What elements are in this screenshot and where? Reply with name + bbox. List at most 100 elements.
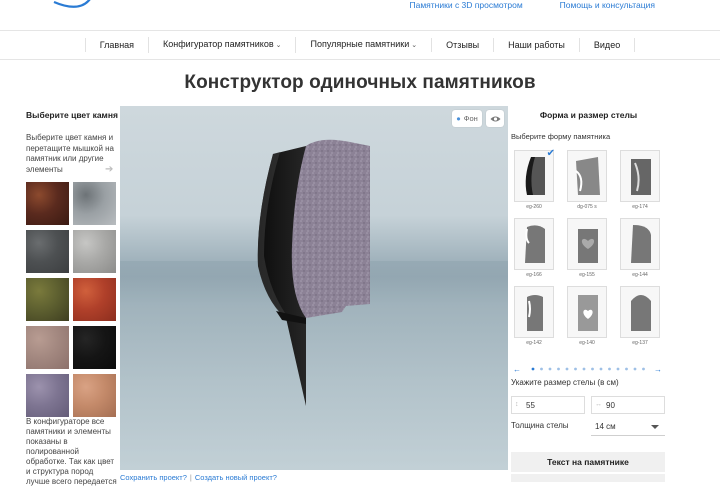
top-bar: Памятники с 3D просмотром Помощь и консу… [0,0,720,30]
nav-item-5[interactable]: Видео [578,38,636,52]
stone-color-title: Выберите цвет камня [26,110,118,120]
shape-thumb-code: eg-140 [579,340,595,346]
background-button-label: Фон [463,114,478,123]
thickness-label: Толщина стелы [511,421,569,430]
stone-swatch-1[interactable] [26,182,69,225]
nav-item-0[interactable]: Главная [84,38,148,52]
shape-thumb-code: eg-142 [526,340,542,346]
page-title: Конструктор одиночных памятников [184,72,536,93]
nav-item-label: Конфигуратор памятников [163,39,274,49]
stone-swatch-6[interactable] [73,278,116,321]
nav-item-label: Популярные памятники [310,39,410,49]
shape-thumb-eg-142[interactable]: eg-142 [511,284,557,346]
shape-thumb-code: eg-174 [632,204,648,210]
pager-dot[interactable] [548,367,552,371]
logo-icon[interactable] [52,0,112,14]
next-section-header[interactable] [511,474,665,482]
nav-item-2[interactable]: Популярные памятники ⌄ [295,37,431,53]
pager-dot[interactable] [574,367,577,371]
thickness-value: 14 см [595,422,616,431]
shape-thumb-eg-155[interactable]: eg-155 [564,216,610,278]
nav-item-3[interactable]: Отзывы [431,38,493,52]
nav-item-label: Отзывы [446,40,480,50]
new-project-link[interactable]: Создать новый проект? [195,473,277,482]
nav-item-label: Наши работы [508,40,565,50]
shape-thumb-eg-260[interactable]: eg-260 ✔ [511,148,557,210]
background-button[interactable]: ● Фон [452,110,482,127]
pager-dot[interactable] [591,367,594,371]
shape-thumb-eg-140[interactable]: eg-140 [564,284,610,346]
height-input[interactable]: ↕ 55 [511,396,585,414]
stone-swatch-10[interactable] [73,374,116,417]
text-section-header[interactable]: Текст на памятнике [511,452,665,472]
pager-dot[interactable] [557,367,560,371]
pager-dot[interactable] [608,367,611,371]
shape-pager: ← → [513,365,662,373]
shape-thumb-image [567,218,607,270]
pager-dot[interactable] [565,367,569,371]
3d-viewer[interactable]: ● Фон [120,106,508,470]
thickness-select[interactable]: 14 см [591,418,665,436]
shape-thumb-image [567,286,607,338]
stone-swatch-8[interactable] [73,326,116,369]
chevron-down-icon [651,425,659,429]
monument-granite-part [291,139,370,318]
shape-thumb-eg-166[interactable]: eg-166 [511,216,557,278]
nav-item-1[interactable]: Конфигуратор памятников ⌄ [148,37,295,53]
chevron-down-icon: ⌄ [411,42,418,49]
pager-dot[interactable] [599,367,603,371]
shape-thumb-code: eg-155 [579,272,595,278]
shape-thumb-image [620,286,660,338]
nav-item-label: Видео [593,40,621,50]
pager-dot[interactable] [582,367,586,371]
shape-size-panel: Форма и размер стелы Выберите форму памя… [511,110,671,482]
height-value: 55 [526,401,535,410]
shape-thumb-image [514,286,554,338]
top-links: Памятники с 3D просмотром Помощь и консу… [410,0,656,10]
pager-dot[interactable] [616,367,620,371]
top-link-3d[interactable]: Памятники с 3D просмотром [410,0,523,10]
pager-dot[interactable] [540,367,543,371]
shape-thumb-image [620,218,660,270]
main-nav: Главная Конфигуратор памятников ⌄ Популярны… [0,30,720,60]
stone-swatch-2[interactable] [73,182,116,225]
view-toggle-button[interactable] [486,110,504,127]
save-project-link[interactable]: Сохранить проект? [120,473,187,482]
shape-label: Выберите форму памятника [511,132,611,141]
shape-thumb-eg-174[interactable]: eg-174 [617,148,663,210]
shape-thumb-code: eg-144 [632,272,648,278]
shape-thumb-dg-075-s[interactable]: dg-075 s [564,148,610,210]
shape-thumb-image [620,150,660,202]
pager-prev-icon[interactable]: ← [513,365,521,373]
stone-swatch-9[interactable] [26,374,69,417]
pager-dot[interactable] [625,367,628,371]
shape-size-title: Форма и размер стелы [539,110,638,120]
nav-item-4[interactable]: Наши работы [493,38,579,52]
height-icon: ↕ [515,401,519,408]
shape-thumb-image [514,218,554,270]
width-input[interactable]: ↔ 90 [591,396,665,414]
shape-thumb-eg-137[interactable]: eg-137 [617,284,663,346]
shape-thumb-code: eg-260 [526,204,542,210]
selected-check-icon: ✔ [546,148,555,159]
stone-swatch-5[interactable] [26,278,69,321]
width-value: 90 [606,401,615,410]
chevron-down-icon: ⌄ [275,42,282,49]
shape-thumb-code: eg-166 [526,272,542,278]
shape-thumb-code: dg-075 s [577,204,597,210]
stone-swatch-3[interactable] [26,230,69,273]
stone-swatch-7[interactable] [26,326,69,369]
stone-swatch-4[interactable] [73,230,116,273]
pager-next-icon[interactable]: → [654,365,662,373]
nav-item-label: Главная [99,40,135,50]
drop-icon: ● [456,114,461,123]
eye-icon [490,116,500,121]
monument-render[interactable] [120,106,508,470]
pager-dot[interactable] [633,367,637,371]
swatch-next-arrow-icon[interactable]: ➔ [105,164,113,175]
top-link-help[interactable]: Помощь и консультация [560,0,655,10]
pager-dot[interactable] [642,367,645,371]
viewer-links: Сохранить проект? | Создать новый проект? [120,473,277,482]
pager-dot[interactable] [531,367,535,371]
shape-thumb-eg-144[interactable]: eg-144 [617,216,663,278]
